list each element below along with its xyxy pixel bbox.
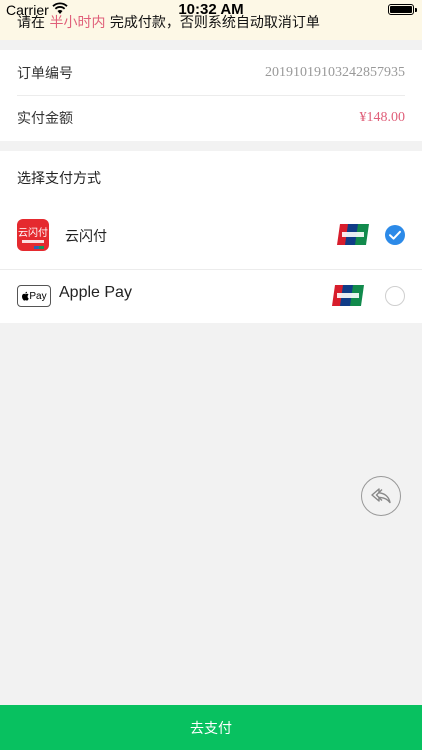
go-pay-button[interactable]: 去支付 — [0, 705, 422, 750]
payment-option-apple-pay[interactable]: Pay Apple Pay — [0, 270, 422, 322]
apple-icon — [22, 291, 30, 301]
clock: 10:32 AM — [178, 1, 244, 18]
status-bar: Carrier 10:32 AM — [0, 0, 422, 20]
yunshanfu-logo-icon: 云闪付 — [17, 219, 49, 251]
battery-icon — [388, 4, 417, 15]
apple-pay-logo-text: Pay — [29, 290, 47, 302]
amount-value: ¥148.00 — [359, 109, 406, 125]
yunshanfu-selected-checkmark-icon[interactable] — [385, 225, 405, 245]
apple-pay-logo-icon: Pay — [17, 285, 51, 307]
unionpay-icon — [332, 285, 364, 306]
order-number-label: 订单编号 — [17, 65, 73, 82]
payment-option-yunshanfu[interactable]: 云闪付 云闪付 — [0, 209, 422, 270]
payment-method-card: 选择支付方式 云闪付 云闪付 Pay Apple Pay — [0, 151, 422, 323]
yunshanfu-logo-text: 云闪付 — [18, 226, 48, 239]
return-arrow-icon — [371, 488, 391, 504]
apple-pay-label: Apple Pay — [59, 284, 132, 301]
payment-method-title: 选择支付方式 — [17, 171, 101, 187]
apple-pay-radio-button[interactable] — [385, 286, 405, 306]
order-number-row: 订单编号 20191019103242857935 — [17, 50, 405, 96]
amount-row: 实付金额 ¥148.00 — [17, 95, 405, 140]
order-info-card: 订单编号 20191019103242857935 实付金额 ¥148.00 — [0, 50, 422, 141]
amount-label: 实付金额 — [17, 110, 73, 127]
yunshanfu-label: 云闪付 — [65, 229, 107, 245]
unionpay-icon — [337, 224, 369, 245]
back-button[interactable] — [361, 476, 401, 516]
order-number-value: 20191019103242857935 — [265, 64, 405, 80]
